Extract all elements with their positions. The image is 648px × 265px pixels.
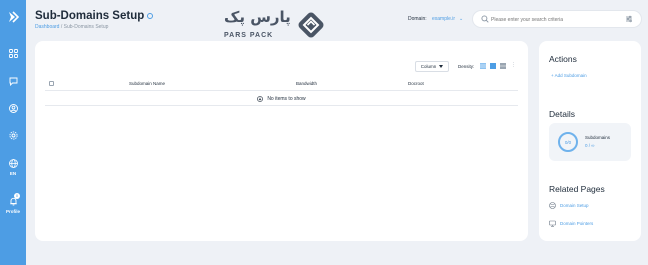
subdomains-label: Subdomains (585, 135, 611, 140)
more-options-icon[interactable]: ⋮ (511, 62, 516, 68)
brand-logo: پارس پک PARS PACK (222, 8, 334, 42)
language-label: EN (9, 171, 17, 176)
gear-icon (8, 130, 18, 140)
sidebar-item-settings[interactable] (0, 130, 26, 140)
sidebar-item-profile[interactable]: 0 Profile (0, 193, 26, 214)
related-link-label: Domain Pointers (560, 221, 594, 226)
related-link-domain-setup[interactable]: Domain Setup (549, 202, 589, 209)
columns-button[interactable]: Column (415, 61, 449, 72)
favorite-icon[interactable] (147, 13, 153, 19)
domain-label: Domain: (408, 16, 427, 22)
search-input[interactable] (491, 14, 621, 25)
search-bar (472, 10, 642, 28)
usage-ring-value: 0/0 (564, 139, 572, 145)
density-compact-icon[interactable] (480, 63, 486, 69)
profile-label: Profile (5, 209, 20, 214)
breadcrumb: Dashboard / Sub-Domains Setup (35, 24, 108, 30)
select-all-checkbox[interactable] (49, 81, 54, 86)
sidebar-item-dashboard[interactable] (0, 48, 26, 58)
breadcrumb-home[interactable]: Dashboard (35, 24, 59, 30)
usage-ring: 0/0 (558, 132, 578, 152)
page-title: Sub-Domains Setup (35, 10, 145, 22)
sidebar-item-language[interactable]: EN (0, 158, 26, 176)
monitor-icon (549, 220, 556, 227)
actions-heading: Actions (549, 54, 577, 64)
download-icon (257, 95, 264, 102)
brand-name-fa: پارس پک (224, 8, 291, 26)
parspack-diamond-icon (298, 12, 324, 38)
domain-icon (549, 202, 556, 209)
related-link-label: Domain Setup (560, 203, 589, 208)
subdomains-usage-box: 0/0 Subdomains 0 / ∞ (549, 123, 631, 161)
related-pages-heading: Related Pages (549, 184, 605, 194)
search-icon (481, 15, 489, 23)
density-standard-icon[interactable] (490, 63, 496, 69)
column-header-bandwidth[interactable]: Bandwidth (296, 81, 317, 86)
columns-button-label: Column (420, 64, 437, 69)
breadcrumb-current: Sub-Domains Setup (63, 24, 109, 30)
table-header-row: Subdomain Name Bandwidth Docroot (45, 78, 518, 91)
density-comfortable-icon[interactable] (500, 63, 506, 69)
column-header-subdomain-name[interactable]: Subdomain Name (129, 81, 165, 86)
density-label: Density: (458, 64, 475, 69)
logo-arrow-icon[interactable] (7, 11, 19, 23)
side-panel: Actions + Add Subdomain Details 0/0 Subd… (539, 41, 641, 241)
related-link-domain-pointers[interactable]: Domain Pointers (549, 220, 593, 227)
subdomains-table-card: Column Density: ⋮ Subdomain Name Bandwid… (35, 41, 528, 241)
brand-name-en: PARS PACK (224, 32, 274, 39)
sidebar-item-account[interactable] (0, 103, 26, 113)
notification-badge: 0 (14, 193, 20, 199)
sidebar-item-messages[interactable] (0, 76, 26, 86)
chevron-down-icon[interactable]: ⌄ (459, 16, 463, 22)
column-header-docroot[interactable]: Docroot (408, 81, 424, 86)
globe-icon (8, 158, 18, 168)
details-heading: Details (549, 109, 575, 119)
add-subdomain-link[interactable]: + Add Subdomain (551, 73, 587, 78)
chat-icon (8, 76, 18, 86)
filter-icon[interactable] (625, 15, 633, 23)
user-icon (8, 103, 18, 113)
domain-select[interactable]: example.ir (432, 16, 455, 22)
empty-state-message: No items to show (267, 95, 306, 102)
grid-icon (8, 48, 18, 58)
empty-state-row: No items to show (45, 92, 518, 106)
subdomains-count: 0 / ∞ (585, 143, 595, 148)
caret-down-icon (439, 65, 444, 68)
